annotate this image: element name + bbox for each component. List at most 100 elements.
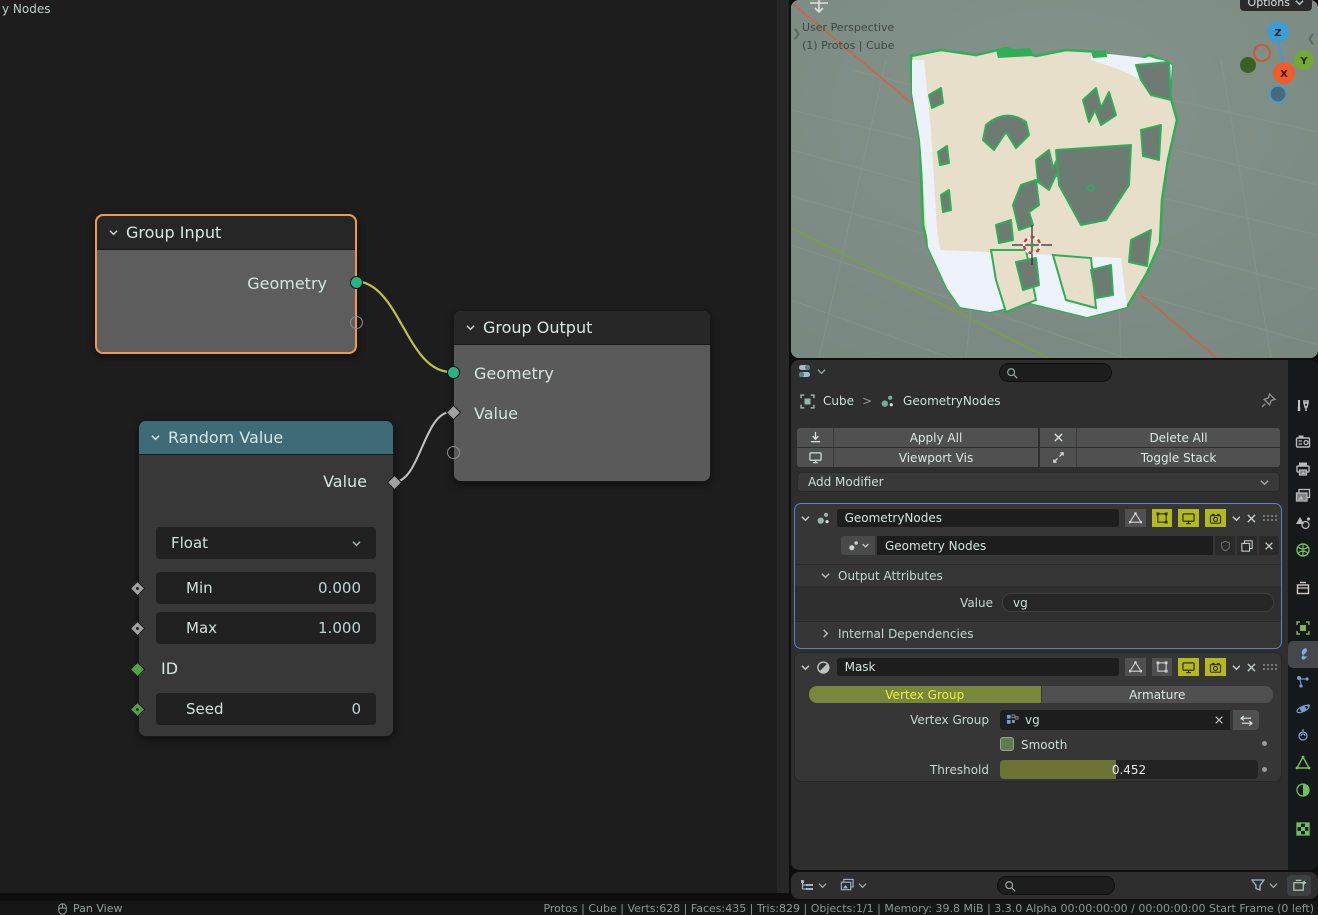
toggle-stack-button[interactable]: Toggle Stack	[1077, 448, 1280, 467]
viewport-vis-button[interactable]: Viewport Vis	[834, 448, 1038, 467]
tab-scene[interactable]	[1288, 509, 1318, 536]
edit-mode-toggle[interactable]	[1151, 509, 1173, 527]
mask-modifier-name-field[interactable]: Mask	[836, 658, 1119, 676]
sidebar-expand-arrow[interactable]: ❮	[1307, 32, 1316, 45]
axis-neg-z[interactable]	[1269, 85, 1287, 103]
edit-mode-toggle[interactable]	[1151, 658, 1173, 676]
output-attributes-subpanel-header[interactable]: Output Attributes	[795, 564, 1281, 586]
navigation-gizmo[interactable]: Z Y X	[1240, 18, 1316, 108]
geometry-node-editor[interactable]: y Nodes Group Input Geometry Group Outpu…	[0, 0, 789, 893]
drag-handle[interactable]	[1263, 664, 1277, 670]
chevron-down-icon	[818, 883, 827, 889]
outliner-search-input[interactable]	[997, 876, 1115, 895]
clear-x-icon[interactable]	[1214, 715, 1224, 725]
close-x-icon	[1265, 541, 1273, 550]
tab-texture[interactable]	[1288, 815, 1318, 842]
delete-all-button[interactable]: Delete All	[1077, 428, 1280, 447]
breadcrumb-tree[interactable]: GeometryNodes	[903, 394, 1000, 408]
axis-neg-y[interactable]	[1240, 57, 1256, 73]
decorator-dot[interactable]	[1262, 741, 1267, 746]
realtime-toggle[interactable]	[1178, 509, 1199, 527]
socket-virtual[interactable]	[447, 446, 460, 459]
collapse-chevron-icon[interactable]	[151, 433, 160, 442]
viewport-3d[interactable]: User Perspective (1) Protos | Cube Optio…	[791, 0, 1318, 358]
cube-object[interactable]	[909, 46, 1179, 319]
options-dropdown[interactable]: Options	[1239, 0, 1312, 11]
socket-geometry-input[interactable]	[447, 366, 460, 379]
tab-output[interactable]	[1288, 455, 1318, 482]
node-tree-name-field[interactable]: Geometry Nodes	[877, 536, 1213, 555]
delete-all-icon-button[interactable]	[1040, 428, 1077, 447]
tab-material[interactable]	[1288, 776, 1318, 803]
tab-particles[interactable]	[1288, 668, 1318, 695]
tab-constraints[interactable]	[1288, 722, 1318, 749]
min-field[interactable]: Min 0.000	[156, 572, 376, 604]
vertex-group-label: Vertex Group	[910, 713, 989, 727]
remove-modifier-icon[interactable]	[1246, 513, 1257, 524]
on-cage-toggle[interactable]	[1125, 658, 1146, 676]
tab-tool[interactable]	[1288, 392, 1318, 419]
realtime-toggle[interactable]	[1178, 658, 1199, 676]
extras-chevron-icon[interactable]	[1231, 514, 1241, 523]
tab-view-layer[interactable]	[1288, 482, 1318, 509]
tab-object-data[interactable]	[1288, 749, 1318, 776]
tab-object[interactable]	[1288, 614, 1318, 641]
vertex-group-field[interactable]: vg	[1000, 710, 1230, 730]
render-toggle[interactable]	[1204, 509, 1226, 527]
decorator-dot[interactable]	[1262, 767, 1267, 772]
image-stack-icon	[840, 878, 854, 891]
render-toggle[interactable]	[1204, 658, 1226, 676]
chevron-down-icon	[817, 369, 826, 375]
smooth-checkbox[interactable]	[1000, 737, 1014, 751]
new-collection-button[interactable]	[1287, 875, 1311, 896]
node-editor-scrollbar[interactable]	[777, 0, 789, 893]
seed-field[interactable]: Seed 0	[156, 693, 376, 725]
toolbar-expand-arrow[interactable]: ❯	[792, 27, 801, 40]
collapse-chevron-icon[interactable]	[109, 228, 118, 237]
invert-vertex-group-button[interactable]	[1233, 710, 1259, 730]
socket-virtual[interactable]	[350, 316, 363, 329]
apply-all-icon-button[interactable]	[797, 428, 834, 447]
drag-handle[interactable]	[1263, 515, 1277, 521]
new-copy-button[interactable]	[1237, 536, 1257, 555]
viewport-scene-label: (1) Protos | Cube	[802, 39, 895, 52]
pin-icon[interactable]	[1261, 393, 1276, 408]
fake-user-button[interactable]	[1215, 536, 1235, 555]
tab-world[interactable]	[1288, 536, 1318, 563]
tab-collection[interactable]	[1288, 575, 1318, 602]
remove-modifier-icon[interactable]	[1246, 662, 1257, 673]
value-attribute-field[interactable]: vg	[1002, 593, 1274, 612]
filter-dropdown[interactable]	[1251, 878, 1278, 892]
node-group-output[interactable]: Group Output Geometry Value	[445, 310, 711, 482]
on-cage-toggle[interactable]	[1125, 509, 1146, 527]
data-type-dropdown[interactable]: Float	[156, 527, 376, 559]
vertex-group-mode-button[interactable]: Vertex Group	[809, 686, 1041, 703]
tab-render[interactable]	[1288, 428, 1318, 455]
socket-geometry-output[interactable]	[350, 276, 363, 289]
toggle-stack-icon-button[interactable]	[1040, 448, 1077, 467]
node-tree-browse-button[interactable]	[841, 536, 875, 555]
internal-dependencies-subpanel-header[interactable]: Internal Dependencies	[795, 621, 1281, 645]
viewport-vis-icon-button[interactable]	[797, 448, 834, 467]
collapse-chevron-icon[interactable]	[466, 323, 475, 332]
display-mode-dropdown[interactable]	[800, 878, 827, 893]
node-group-input[interactable]: Group Input Geometry	[95, 214, 363, 354]
panel-expand-chevron-icon[interactable]	[801, 514, 810, 523]
add-modifier-dropdown[interactable]: Add Modifier	[797, 472, 1280, 492]
unlink-button[interactable]	[1259, 536, 1279, 555]
tab-physics[interactable]	[1288, 695, 1318, 722]
editor-type-dropdown[interactable]	[798, 364, 826, 379]
panel-expand-chevron-icon[interactable]	[801, 663, 810, 672]
max-field[interactable]: Max 1.000	[156, 612, 376, 644]
gn-modifier-name-field[interactable]: GeometryNodes	[836, 509, 1119, 527]
extras-chevron-icon[interactable]	[1231, 663, 1241, 672]
armature-mode-button[interactable]: Armature	[1041, 686, 1273, 703]
node-random-value[interactable]: Random Value Value Float Min 0.000 Max 1…	[129, 420, 403, 737]
threshold-slider[interactable]: 0.452	[1000, 760, 1258, 779]
apply-all-button[interactable]: Apply All	[834, 428, 1038, 447]
properties-search-input[interactable]	[999, 363, 1112, 382]
tab-modifiers[interactable]	[1288, 641, 1318, 668]
axis-neg-x[interactable]	[1253, 44, 1271, 62]
filter-type-dropdown[interactable]	[840, 878, 867, 893]
breadcrumb-object[interactable]: Cube	[823, 394, 854, 408]
